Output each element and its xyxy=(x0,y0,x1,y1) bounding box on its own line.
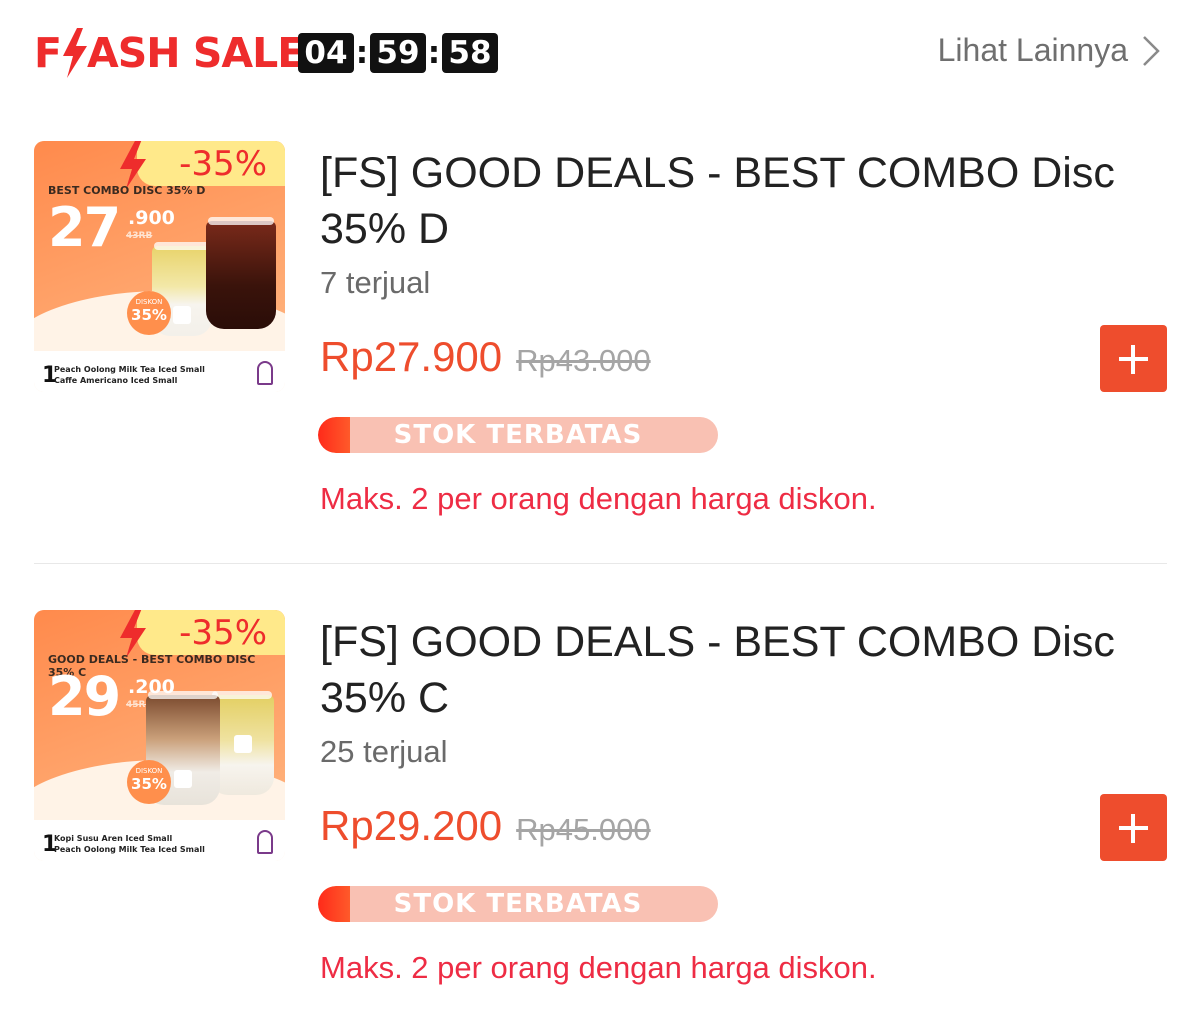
timer-minutes: 59 xyxy=(370,33,426,73)
lightning-icon xyxy=(63,28,88,78)
stock-progress-bar: STOK TERBATAS xyxy=(318,417,718,453)
product-image[interactable]: -35% GOOD DEALS - BEST COMBO DISC 35% C … xyxy=(34,610,285,861)
halal-icon xyxy=(257,830,273,854)
discount-badge: DISKON 35% xyxy=(127,760,171,804)
product-card[interactable]: -35% GOOD DEALS - BEST COMBO DISC 35% C … xyxy=(0,594,1200,1029)
timer-seconds: 58 xyxy=(442,33,498,73)
original-price: Rp43.000 xyxy=(516,343,651,378)
promo-price-big: 29 xyxy=(48,665,121,728)
lightning-icon xyxy=(120,610,146,658)
promo-price-big: 27 xyxy=(48,196,121,259)
product-title[interactable]: [FS] GOOD DEALS - BEST COMBO Disc 35% C xyxy=(320,614,1160,726)
discount-badge: DISKON 35% xyxy=(127,291,171,335)
flash-sale-header: F ASH SALE 04 : 59 : 58 Lihat Lainnya xyxy=(0,0,1200,105)
product-title[interactable]: [FS] GOOD DEALS - BEST COMBO Disc 35% D xyxy=(320,145,1160,257)
product-image[interactable]: -35% BEST COMBO DISC 35% D 27 .900 43RB … xyxy=(34,141,285,392)
purchase-limit-text: Maks. 2 per orang dengan harga diskon. xyxy=(320,950,877,985)
price-row: Rp29.200 Rp45.000 xyxy=(320,802,651,850)
americano-cup xyxy=(206,221,276,329)
stock-label: STOK TERBATAS xyxy=(393,889,643,919)
sold-count: 7 terjual xyxy=(320,265,431,300)
timer-hours: 04 xyxy=(298,33,354,73)
add-to-cart-button[interactable] xyxy=(1100,325,1167,392)
sale-price: Rp29.200 xyxy=(320,802,503,849)
product-card[interactable]: -35% BEST COMBO DISC 35% D 27 .900 43RB … xyxy=(0,125,1200,565)
see-more-link[interactable]: Lihat Lainnya xyxy=(938,32,1162,69)
countdown-timer: 04 : 59 : 58 xyxy=(298,33,498,73)
sold-count: 25 terjual xyxy=(320,734,448,769)
promo-old-price: 43RB xyxy=(126,231,153,241)
lightning-icon xyxy=(120,141,146,189)
timer-separator: : xyxy=(427,35,441,71)
bundle-description: Peach Oolong Milk Tea Iced Small Caffe A… xyxy=(54,365,205,385)
discount-label: -35% xyxy=(179,613,267,653)
halal-icon xyxy=(257,361,273,385)
cat-logo-icon xyxy=(174,770,192,788)
divider xyxy=(34,563,1167,564)
discount-label: -35% xyxy=(179,144,267,184)
flash-sale-logo: F ASH SALE xyxy=(34,28,305,78)
chevron-right-icon xyxy=(1143,35,1160,66)
cat-logo-icon xyxy=(173,306,191,324)
cat-logo-icon xyxy=(234,735,252,753)
logo-letter: F xyxy=(34,29,62,77)
add-to-cart-button[interactable] xyxy=(1100,794,1167,861)
bundle-description: Kopi Susu Aren Iced Small Peach Oolong M… xyxy=(54,834,205,854)
stock-label: STOK TERBATAS xyxy=(393,420,643,450)
stock-progress-bar: STOK TERBATAS xyxy=(318,886,718,922)
original-price: Rp45.000 xyxy=(516,812,651,847)
logo-text: ASH SALE xyxy=(87,29,305,77)
price-row: Rp27.900 Rp43.000 xyxy=(320,333,651,381)
purchase-limit-text: Maks. 2 per orang dengan harga diskon. xyxy=(320,481,877,516)
promo-price-small: .900 xyxy=(128,207,175,229)
timer-separator: : xyxy=(355,35,369,71)
see-more-label: Lihat Lainnya xyxy=(937,32,1128,68)
sale-price: Rp27.900 xyxy=(320,333,503,380)
